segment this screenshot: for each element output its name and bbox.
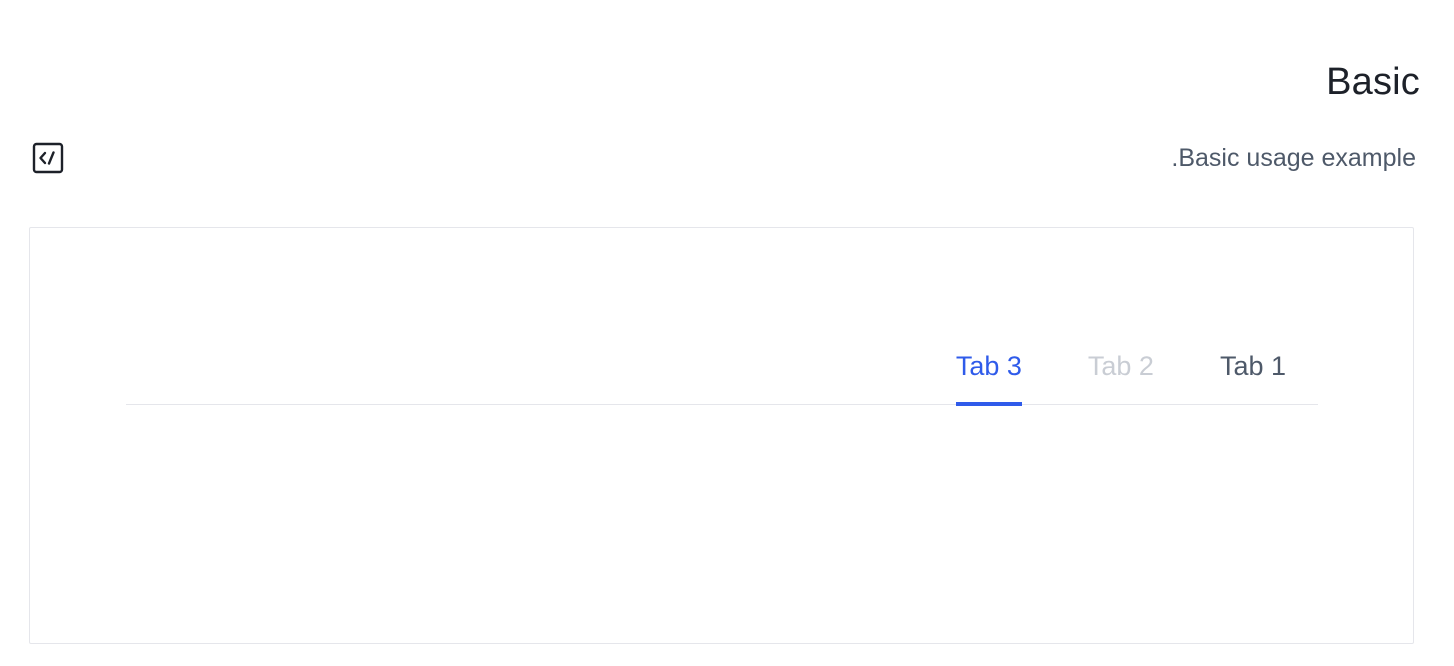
section-description: .Basic usage example bbox=[1171, 144, 1416, 172]
tab-3-label: Tab 3 bbox=[955, 351, 1022, 381]
demo-page: Basic .Basic usage example Tab 1 Tab 2 T… bbox=[0, 0, 1454, 666]
tab-ink-bar bbox=[955, 402, 1022, 406]
code-toggle-button[interactable] bbox=[32, 142, 64, 174]
section-title: Basic bbox=[1326, 61, 1420, 103]
tab-1[interactable]: Tab 1 bbox=[1220, 328, 1286, 404]
demo-container: Tab 1 Tab 2 Tab 3 bbox=[29, 227, 1414, 644]
tabs-header: Tab 1 Tab 2 Tab 3 bbox=[126, 328, 1318, 406]
tab-1-label: Tab 1 bbox=[1219, 351, 1286, 381]
tab-2-label: Tab 2 bbox=[1087, 351, 1154, 381]
tab-2[interactable]: Tab 2 bbox=[1088, 328, 1154, 404]
code-icon bbox=[32, 142, 64, 174]
tab-list: Tab 1 Tab 2 Tab 3 bbox=[955, 328, 1286, 406]
tab-3[interactable]: Tab 3 bbox=[955, 328, 1022, 406]
